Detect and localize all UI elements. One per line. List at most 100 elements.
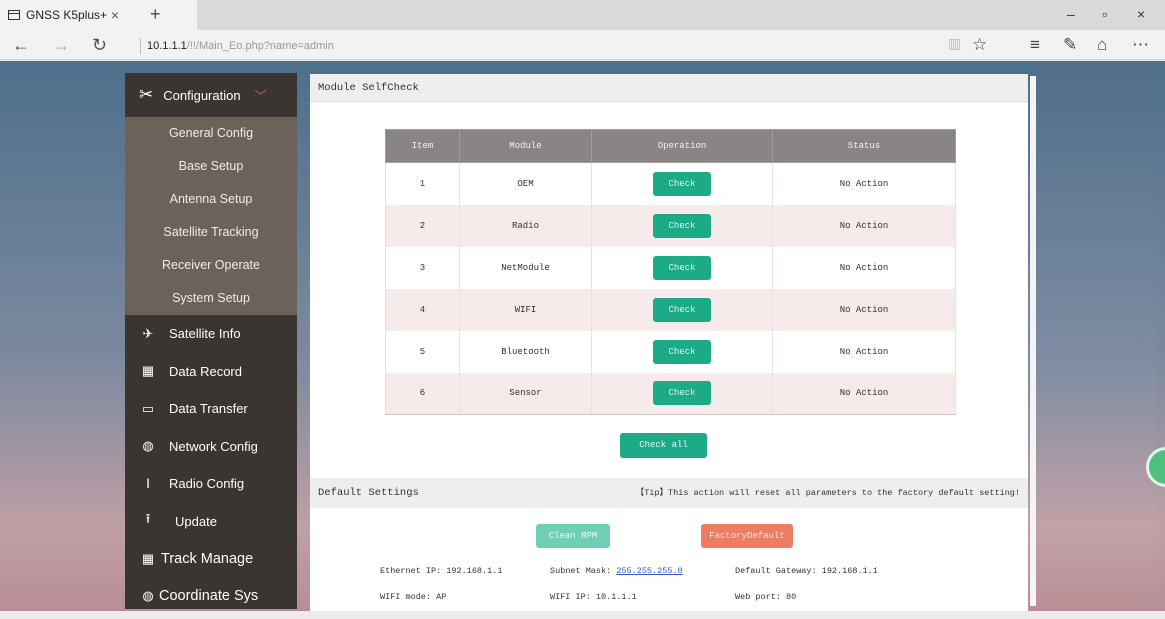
check-wifi-button[interactable]: Check xyxy=(653,297,711,322)
status-cell: No Action xyxy=(772,162,956,205)
configuration-submenu: General Config Base Setup Antenna Setup … xyxy=(125,117,297,315)
table-row: 1 OEM Check No Action xyxy=(385,162,956,205)
browser-tab-bar: GNSS K5plus+ × + – ▫ × xyxy=(0,0,1165,30)
web-port-value: 80 xyxy=(786,592,797,602)
module-cell: Radio xyxy=(459,204,592,247)
header-module: Module xyxy=(459,129,592,163)
module-cell: Sensor xyxy=(459,372,592,415)
tab-page-icon xyxy=(8,10,20,20)
web-port-label: Web port: xyxy=(735,592,781,602)
item-cell: 2 xyxy=(385,204,460,247)
nav-configuration-label: Configuration xyxy=(163,87,241,103)
web-note-icon[interactable]: ✎ xyxy=(1063,35,1077,55)
new-tab-icon[interactable]: + xyxy=(150,4,161,25)
subnet-mask-label: Subnet Mask: xyxy=(550,566,612,576)
submenu-antenna-setup[interactable]: Antenna Setup xyxy=(125,183,297,216)
nav-update-label: Update xyxy=(175,513,217,529)
factory-default-button[interactable]: FactoryDefault xyxy=(701,524,793,548)
clean-rpm-button[interactable]: Clean RPM xyxy=(536,524,610,548)
selfcheck-table: Item Module Operation Status 1 OEM Check… xyxy=(385,129,956,415)
tools-icon: ✂ xyxy=(139,85,154,104)
vertical-scrollbar[interactable] xyxy=(1030,76,1036,606)
forward-arrow-icon[interactable]: → xyxy=(52,35,70,56)
main-content: Module SelfCheck Item Module Operation S… xyxy=(310,74,1028,611)
nav-data-record[interactable]: ▦ Data Record xyxy=(125,353,297,391)
submenu-base-setup[interactable]: Base Setup xyxy=(125,150,297,183)
wifi-ip-label: WIFI IP: xyxy=(550,592,591,602)
nav-network-config[interactable]: ◍ Network Config xyxy=(125,428,297,466)
share-icon[interactable]: ⌂ xyxy=(1097,35,1107,55)
maximize-icon[interactable]: ▫ xyxy=(1102,6,1107,22)
selfcheck-title: Module SelfCheck xyxy=(310,74,1028,102)
nav-track-manage[interactable]: ▦ Track Manage xyxy=(125,540,297,578)
favorite-star-icon[interactable]: ☆ xyxy=(972,35,987,55)
url-host: 10.1.1.1 xyxy=(147,40,187,52)
nav-data-transfer-label: Data Transfer xyxy=(169,401,248,417)
chevron-down-icon: ﹀ xyxy=(254,88,267,103)
operation-cell: Check xyxy=(591,162,773,205)
nav-coordinate-sys[interactable]: ◍ Coordinate Sys xyxy=(125,578,297,616)
module-cell: OEM xyxy=(459,162,592,205)
more-icon[interactable]: ⋯ xyxy=(1132,35,1149,55)
nav-satellite-info[interactable]: ✈ Satellite Info xyxy=(125,315,297,353)
url-field[interactable]: 10.1.1.1/!!/Main_Eo.php?name=admin xyxy=(140,38,334,54)
web-port-info: Web port: 80 xyxy=(735,592,796,602)
nav-configuration[interactable]: ✂ Configuration ﹀ xyxy=(125,73,297,117)
default-gateway-value: 192.168.1.1 xyxy=(821,566,878,576)
status-cell: No Action xyxy=(772,330,956,373)
nav-data-record-label: Data Record xyxy=(169,363,242,379)
minimize-icon[interactable]: – xyxy=(1067,6,1075,22)
status-cell: No Action xyxy=(772,204,956,247)
item-cell: 5 xyxy=(385,330,460,373)
item-cell: 6 xyxy=(385,372,460,415)
back-arrow-icon[interactable]: ← xyxy=(12,35,30,56)
nav-radio-config-label: Radio Config xyxy=(169,476,245,492)
check-radio-button[interactable]: Check xyxy=(653,213,711,238)
check-sensor-button[interactable]: Check xyxy=(653,381,711,406)
refresh-icon[interactable]: ↻ xyxy=(92,35,107,56)
wifi-mode-label: WIFI mode: xyxy=(380,592,432,602)
tab-close-icon[interactable]: × xyxy=(111,7,119,23)
antenna-icon: Ⅰ xyxy=(146,475,150,491)
status-cell: No Action xyxy=(772,288,956,331)
table-row: 5 Bluetooth Check No Action xyxy=(385,330,956,373)
default-gateway-label: Default Gateway: xyxy=(735,566,817,576)
check-all-button[interactable]: Check all xyxy=(620,433,707,458)
submenu-receiver-operate[interactable]: Receiver Operate xyxy=(125,249,297,282)
submenu-satellite-tracking[interactable]: Satellite Tracking xyxy=(125,216,297,249)
operation-cell: Check xyxy=(591,246,773,289)
subnet-mask-info: Subnet Mask: 255.255.255.0 xyxy=(550,566,683,576)
submenu-general-config[interactable]: General Config xyxy=(125,117,297,150)
check-netmodule-button[interactable]: Check xyxy=(653,255,711,280)
globe-icon: ◍ xyxy=(142,438,154,454)
check-oem-button[interactable]: Check xyxy=(653,171,711,196)
nav-coordinate-sys-label: Coordinate Sys xyxy=(159,588,259,605)
submenu-system-setup[interactable]: System Setup xyxy=(125,282,297,315)
default-gateway-info: Default Gateway: 192.168.1.1 xyxy=(735,566,878,576)
status-cell: No Action xyxy=(772,372,956,415)
nav-track-manage-label: Track Manage xyxy=(161,550,254,567)
default-settings-header: Default Settings 【Tip】This action will r… xyxy=(310,478,1028,508)
globe-icon: ◍ xyxy=(142,588,154,604)
horizontal-scrollbar[interactable] xyxy=(0,611,1165,619)
url-path: /!!/Main_Eo.php?name=admin xyxy=(186,40,334,52)
nav-data-transfer[interactable]: ▭ Data Transfer xyxy=(125,390,297,428)
operation-cell: Check xyxy=(591,204,773,247)
table-row: 2 Radio Check No Action xyxy=(385,204,956,247)
nav-radio-config[interactable]: Ⅰ Radio Config xyxy=(125,465,297,503)
hub-icon[interactable]: ≡ xyxy=(1030,35,1040,55)
nav-network-config-label: Network Config xyxy=(169,438,258,454)
monitor-icon: ▭ xyxy=(141,400,155,416)
close-window-icon[interactable]: × xyxy=(1137,6,1145,22)
default-settings-tip: 【Tip】This action will reset all paramete… xyxy=(635,488,1020,498)
item-cell: 4 xyxy=(385,288,460,331)
nav-update[interactable]: ⭱ Update xyxy=(125,503,297,541)
sidebar: ✂ Configuration ﹀ General Config Base Se… xyxy=(125,73,297,609)
wifi-ip-info: WIFI IP: 10.1.1.1 xyxy=(550,592,637,602)
nav-satellite-info-label: Satellite Info xyxy=(169,326,241,342)
check-bluetooth-button[interactable]: Check xyxy=(653,339,711,364)
ethernet-ip-value: 192.168.1.1 xyxy=(446,566,503,576)
reading-view-icon[interactable]: ▥ xyxy=(948,35,961,52)
browser-tab[interactable]: GNSS K5plus+ × xyxy=(0,0,197,30)
subnet-mask-value[interactable]: 255.255.255.0 xyxy=(616,566,682,576)
